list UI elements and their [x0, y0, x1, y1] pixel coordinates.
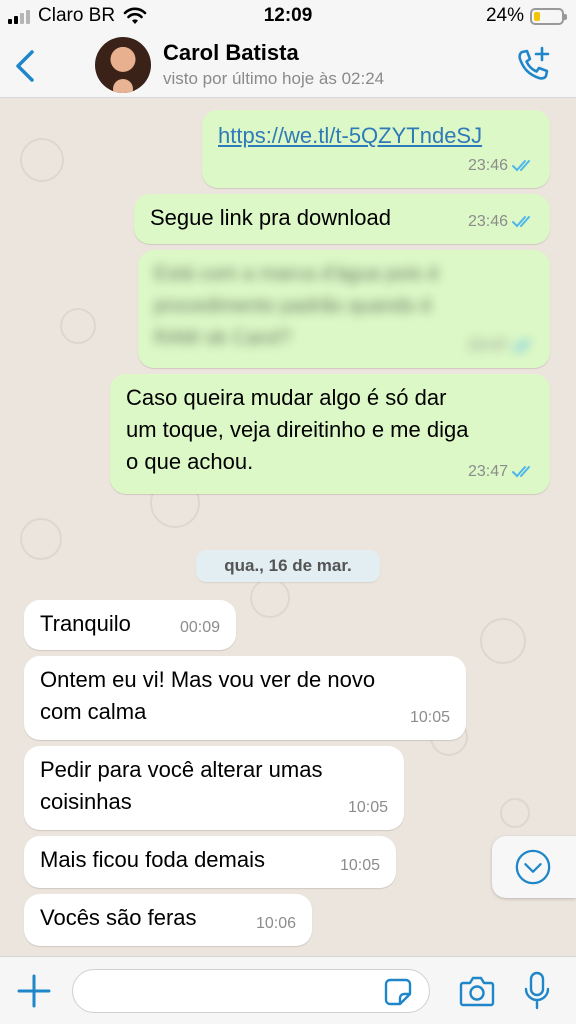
message-bubble-incoming[interactable]: Ontem eu vi! Mas vou ver de novo com cal…: [24, 656, 466, 740]
scroll-to-bottom-button[interactable]: [492, 836, 576, 898]
message-link[interactable]: https://we.tl/t-5QZYTndeSJ: [218, 120, 482, 152]
battery-percent: 24%: [485, 5, 524, 26]
message-text: Pedir para você alterar umas coisinhas: [40, 754, 322, 818]
message-text: Caso queira mudar algo é só dar um toque…: [126, 382, 468, 478]
read-ticks-icon: [512, 216, 530, 228]
message-line: RAW ok Carol?: [154, 327, 292, 349]
sticker-icon[interactable]: [384, 978, 412, 1006]
back-button[interactable]: [8, 44, 44, 88]
message-line: com calma: [40, 699, 147, 724]
blurred-content: Está com a marca d'água pois é procedime…: [154, 258, 439, 354]
message-bubble-incoming[interactable]: Tranquilo 00:09: [24, 600, 236, 650]
message-bubble-incoming[interactable]: Mais ficou foda demais 10:05: [24, 836, 396, 888]
message-line: Ontem eu vi! Mas vou ver de novo: [40, 667, 376, 692]
camera-icon[interactable]: [459, 975, 495, 1007]
wallpaper-doodle: [60, 308, 96, 344]
wallpaper-doodle: [20, 518, 62, 560]
avatar[interactable]: [95, 37, 151, 93]
last-seen-status: visto por último hoje às 02:24: [163, 69, 385, 88]
message-text: Tranquilo: [40, 611, 131, 636]
message-bubble-outgoing[interactable]: https://we.tl/t-5QZYTndeSJ 23:46: [202, 110, 550, 188]
message-meta: 23:47: [468, 456, 536, 488]
read-ticks-icon: [512, 160, 530, 172]
message-line: o que achou.: [126, 449, 254, 474]
chat-header: Carol Batista visto por último hoje às 0…: [0, 34, 576, 98]
composer-bar: [0, 956, 576, 1024]
wallpaper-doodle: [20, 138, 64, 182]
message-bubble-incoming[interactable]: Pedir para você alterar umas coisinhas 1…: [24, 746, 404, 830]
message-line: procedimento padrão quando é: [154, 295, 432, 317]
message-meta: 00:09: [180, 612, 220, 644]
message-line: Está com a marca d'água pois é: [154, 263, 440, 285]
message-time: 10:06: [255, 915, 296, 932]
chevron-left-icon: [16, 50, 34, 82]
status-right: 24%: [485, 5, 567, 27]
battery-icon: [530, 7, 567, 25]
message-line: um toque, veja direitinho e me diga: [126, 417, 469, 442]
message-text: Ontem eu vi! Mas vou ver de novo com cal…: [40, 664, 375, 728]
message-text: Vocês são feras: [40, 905, 197, 930]
message-time: 23:47: [467, 463, 508, 480]
message-meta: 10:05: [410, 702, 450, 734]
message-meta: 10:06: [256, 908, 296, 940]
message-bubble-outgoing[interactable]: Caso queira mudar algo é só dar um toque…: [110, 374, 550, 494]
chevron-down-circle-icon: [515, 849, 551, 885]
wallpaper-doodle: [250, 578, 290, 618]
message-line: coisinhas: [40, 789, 132, 814]
message-time: 10:05: [409, 709, 450, 726]
message-text: Mais ficou foda demais: [40, 847, 265, 872]
message-bubble-incoming[interactable]: Vocês são feras 10:06: [24, 894, 312, 946]
message-bubble-outgoing[interactable]: Segue link pra download 23:46: [134, 194, 550, 244]
message-meta: 10:05: [348, 792, 388, 824]
message-input[interactable]: [72, 969, 430, 1013]
message-text: Segue link pra download: [150, 205, 391, 230]
chat-area[interactable]: https://we.tl/t-5QZYTndeSJ 23:46 Segue l…: [0, 98, 576, 956]
message-meta: 10:05: [340, 850, 380, 882]
contact-name[interactable]: Carol Batista: [163, 40, 299, 66]
message-time: 10:05: [347, 799, 388, 816]
message-time: 23:46: [467, 213, 508, 230]
message-meta: 23:46: [468, 150, 536, 182]
wallpaper-doodle: [480, 618, 526, 664]
plus-icon[interactable]: [16, 973, 52, 1009]
message-line: Caso queira mudar algo é só dar: [126, 385, 447, 410]
read-ticks-icon: [512, 340, 530, 352]
message-bubble-outgoing-blurred[interactable]: Está com a marca d'água pois é procedime…: [138, 250, 550, 368]
date-separator: qua., 16 de mar.: [196, 550, 380, 582]
message-time: 00:09: [179, 619, 220, 636]
message-time: 23:46: [467, 157, 508, 174]
add-call-icon[interactable]: [514, 46, 552, 84]
message-line: Pedir para você alterar umas: [40, 757, 323, 782]
read-ticks-icon: [512, 466, 530, 478]
message-time: 23:47: [467, 337, 508, 354]
status-bar: Claro BR 12:09 24%: [0, 0, 576, 34]
message-time: 10:05: [339, 857, 380, 874]
wallpaper-doodle: [500, 798, 530, 828]
message-meta: 23:47: [468, 330, 536, 362]
battery-fill: [534, 11, 541, 21]
message-meta: 23:46: [468, 206, 536, 238]
microphone-icon[interactable]: [524, 971, 550, 1011]
